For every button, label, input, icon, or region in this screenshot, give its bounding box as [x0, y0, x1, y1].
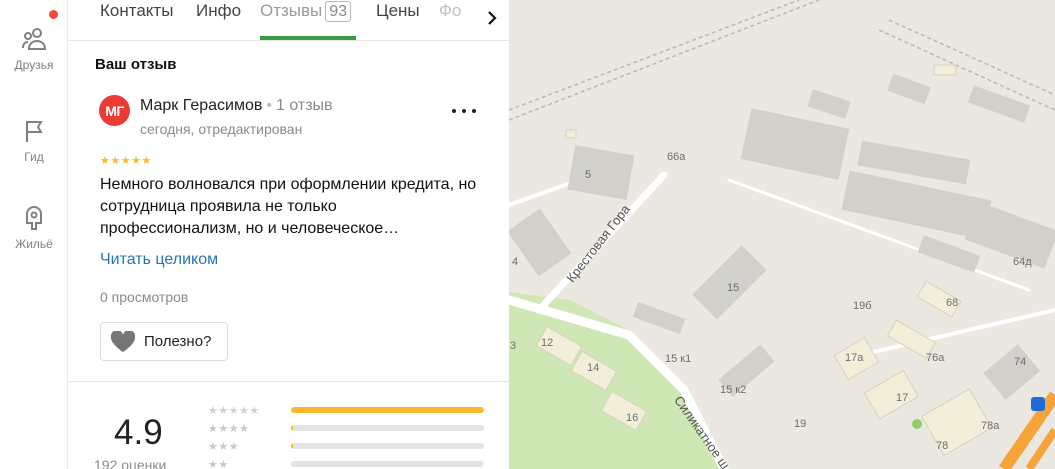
- review-stars: ★★★★★: [100, 155, 152, 167]
- read-more-link[interactable]: Читать целиком: [100, 251, 218, 269]
- avatar[interactable]: МГ: [99, 95, 130, 126]
- tab-photos[interactable]: Фо: [439, 1, 461, 21]
- house-number: 5: [585, 169, 592, 181]
- house-number: 12: [541, 337, 554, 349]
- rating-bar-fill: [291, 407, 484, 413]
- rating-bar-row: ★★: [208, 458, 484, 469]
- house-number: 66а: [667, 151, 686, 163]
- house-number: 4: [512, 256, 519, 268]
- house-number: 68: [946, 297, 959, 309]
- rail-item-label: Гид: [24, 150, 44, 164]
- section-title: Ваш отзыв: [95, 56, 177, 73]
- house-number: 3: [510, 340, 517, 352]
- house-number: 76а: [926, 352, 945, 364]
- house-number: 14: [587, 362, 600, 374]
- chevron-right-icon: [486, 10, 498, 31]
- useful-button[interactable]: Полезно?: [100, 322, 228, 361]
- active-tab-indicator: [260, 36, 356, 40]
- bar-stars: ★★: [208, 458, 229, 469]
- heart-icon: [110, 330, 136, 353]
- bar-stars: ★★★★★: [208, 404, 260, 417]
- house-number: 64д: [1013, 256, 1032, 268]
- house-number: 74: [1014, 356, 1027, 368]
- notification-dot: [49, 10, 58, 19]
- house-number: 78а: [981, 420, 1000, 432]
- rail-item-label: Друзья: [14, 58, 54, 72]
- more-options-button[interactable]: [452, 103, 476, 119]
- review-date: сегодня, отредактирован: [140, 121, 303, 137]
- more-dot: [472, 109, 476, 113]
- friends-icon: [20, 25, 48, 53]
- rating-bar-fill: [291, 425, 293, 431]
- flag-icon: [20, 117, 48, 145]
- review-author: Марк Герасимов • 1 отзыв: [140, 97, 333, 115]
- house-number: 15 к1: [665, 353, 692, 365]
- rating-score: 4.9: [114, 413, 163, 452]
- views-count: 0 просмотров: [100, 289, 189, 305]
- house-number: 16: [626, 412, 639, 424]
- tab-reviews-label: Отзывы: [260, 1, 323, 20]
- review-text: Немного волновался при оформлении кредит…: [100, 176, 477, 237]
- rating-bar-track: [291, 443, 484, 449]
- rating-count: 192 оценки: [94, 457, 167, 469]
- rail-item-guide[interactable]: Гид: [0, 117, 68, 164]
- house-icon: [20, 204, 48, 232]
- rating-bar-track: [291, 425, 484, 431]
- org-panel: Контакты Инфо Отзывы 93 Цены Фо Ваш отзыв…: [69, 0, 509, 469]
- tab-info[interactable]: Инфо: [196, 1, 241, 21]
- rating-bar-row: ★★★: [208, 440, 484, 453]
- bar-stars: ★★★: [208, 440, 240, 453]
- rail-item-label: Жильё: [15, 237, 53, 251]
- map-canvas: [509, 0, 1055, 469]
- house-number: 19б: [853, 300, 872, 312]
- house-number: 15 к2: [720, 384, 747, 396]
- bar-stars: ★★★★: [208, 422, 250, 435]
- map-view[interactable]: 66а 5 4 15 15 к1 15 к2 12 14 16 19б 68 6…: [509, 0, 1055, 469]
- rating-bar-row: ★★★★★: [208, 404, 484, 417]
- rating-bar-fill: [291, 443, 293, 449]
- author-name[interactable]: Марк Герасимов: [140, 97, 262, 114]
- author-review-count: 1 отзыв: [275, 97, 333, 114]
- house-number: 17а: [845, 352, 864, 364]
- tab-bar: Контакты Инфо Отзывы 93 Цены Фо: [69, 0, 509, 41]
- divider: [69, 381, 509, 382]
- rail-item-housing[interactable]: Жильё: [0, 204, 68, 251]
- rail-item-friends[interactable]: Друзья: [0, 25, 68, 72]
- house-number: 15: [727, 282, 740, 294]
- rating-bar-track: [291, 407, 484, 413]
- reviews-count-badge: 93: [325, 1, 352, 22]
- rating-bar-track: [291, 461, 484, 467]
- tab-reviews[interactable]: Отзывы 93: [260, 1, 352, 22]
- tab-prices[interactable]: Цены: [376, 1, 420, 21]
- house-number: 17: [896, 392, 909, 404]
- more-dot: [462, 109, 466, 113]
- tab-contacts[interactable]: Контакты: [100, 1, 173, 21]
- more-dot: [452, 109, 456, 113]
- tabs-next-button[interactable]: [475, 0, 509, 40]
- side-rail: Друзья Гид Жильё: [0, 0, 68, 469]
- dot-separator: •: [266, 97, 272, 114]
- rating-bar-row: ★★★★: [208, 422, 484, 435]
- house-number: 19: [794, 418, 807, 430]
- house-number: 78: [936, 440, 949, 452]
- useful-label: Полезно?: [144, 333, 212, 350]
